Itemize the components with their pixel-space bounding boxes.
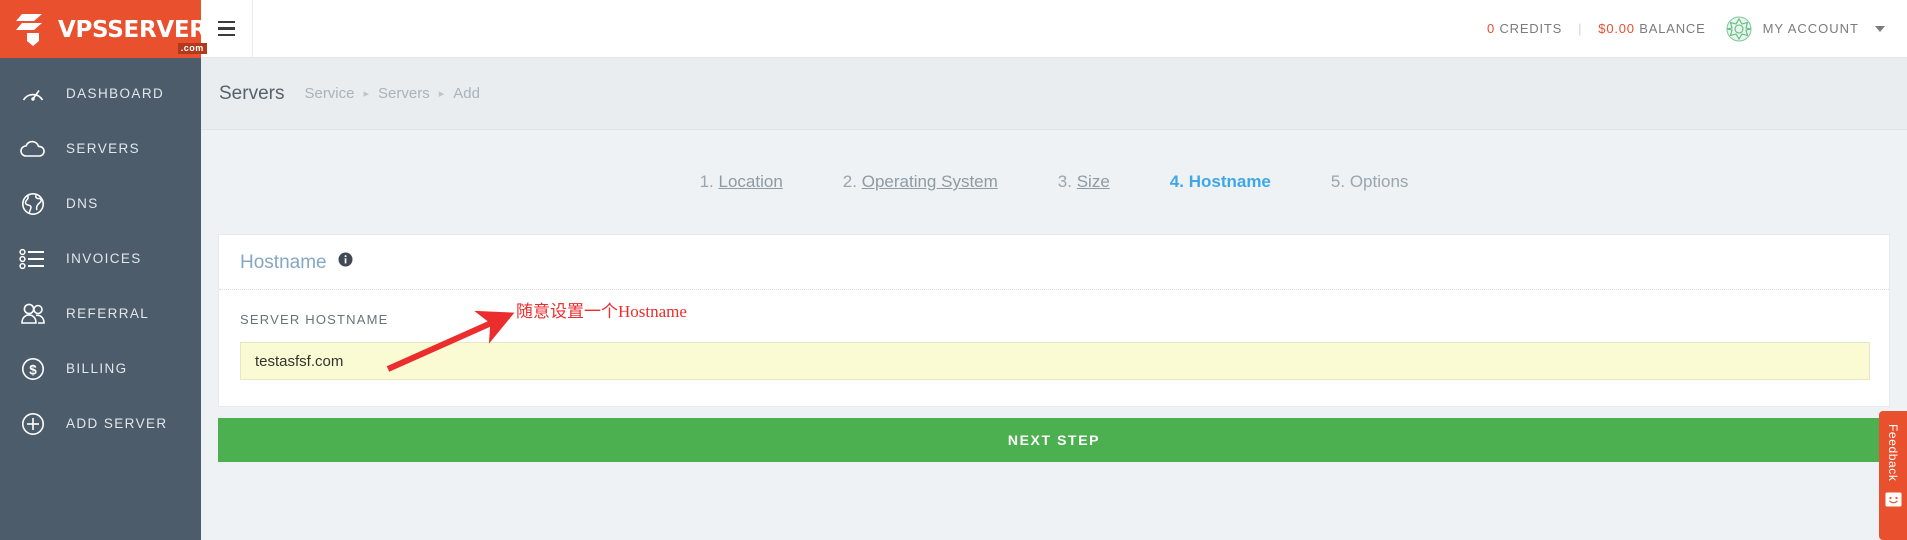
hostname-panel: Hostname SERVER HOSTNAME: [218, 234, 1890, 407]
credits-label: CREDITS: [1499, 21, 1563, 36]
sidebar-item-billing[interactable]: $ BILLING: [0, 341, 201, 396]
sidebar-item-dns[interactable]: DNS: [0, 176, 201, 231]
balance-indicator[interactable]: $0.00 BALANCE: [1598, 21, 1705, 36]
hamburger-bar: [218, 33, 235, 37]
topbar-divider: |: [1578, 21, 1583, 36]
chevron-down-icon[interactable]: [1875, 25, 1885, 32]
server-hostname-label: SERVER HOSTNAME: [240, 312, 389, 327]
breadcrumb-bar: Servers Service ▸ Servers ▸ Add: [201, 58, 1907, 130]
sidebar-item-label: SERVERS: [66, 141, 141, 156]
panel-body: SERVER HOSTNAME: [219, 290, 1889, 406]
step-hostname[interactable]: 4. Hostname: [1170, 172, 1271, 192]
sidebar-item-add-server[interactable]: ADD SERVER: [0, 396, 201, 451]
hamburger-menu-icon[interactable]: [201, 0, 253, 57]
sidebar-nav: DASHBOARD SERVERS DNS INVOICES REFERRAL …: [0, 58, 201, 451]
hamburger-bar: [218, 27, 235, 30]
step-label[interactable]: Location: [719, 172, 783, 191]
brand-suffix: .com: [177, 42, 207, 54]
step-number: 5.: [1330, 172, 1346, 191]
users-icon: [18, 299, 48, 329]
app-root: VPSSERVER .com DASHBOARD SERVERS DNS INV…: [0, 0, 1907, 540]
step-number: 4.: [1169, 172, 1184, 191]
sidebar-item-servers[interactable]: SERVERS: [0, 121, 201, 176]
globe-icon: [18, 189, 48, 219]
info-icon[interactable]: [338, 252, 353, 272]
gauge-icon: [18, 79, 48, 109]
breadcrumb: Service ▸ Servers ▸ Add: [304, 85, 479, 102]
step-label: Options: [1349, 172, 1409, 191]
top-bar-right: 0 CREDITS | $0.00 BALANCE MY ACCOUNT: [1487, 16, 1907, 42]
step-number: 1.: [699, 172, 714, 191]
breadcrumb-arrow-icon: ▸: [438, 88, 445, 100]
page-title: Servers: [219, 82, 285, 104]
step-operating-system[interactable]: 2. Operating System: [843, 172, 998, 192]
breadcrumb-item-service[interactable]: Service: [304, 85, 354, 102]
my-account-button[interactable]: MY ACCOUNT: [1763, 21, 1859, 36]
breadcrumb-item-add: Add: [453, 85, 480, 102]
server-hostname-input[interactable]: [240, 342, 1870, 380]
plus-circle-icon: [18, 409, 48, 439]
brand-text-wrap: VPSSERVER .com: [58, 16, 207, 54]
sidebar-item-invoices[interactable]: INVOICES: [0, 231, 201, 286]
step-label[interactable]: Operating System: [862, 172, 998, 191]
step-label: Hostname: [1188, 172, 1271, 191]
balance-amount: $0.00: [1598, 21, 1635, 36]
hamburger-bar: [218, 20, 235, 24]
brand-logo[interactable]: VPSSERVER .com: [0, 0, 207, 58]
step-options[interactable]: 5. Options: [1331, 172, 1409, 192]
balance-label: BALANCE: [1639, 21, 1706, 36]
step-location[interactable]: 1. Location: [700, 172, 783, 192]
panel-header: Hostname: [219, 235, 1889, 290]
step-number: 2.: [842, 172, 857, 191]
dollar-circle-icon: $: [18, 354, 48, 384]
breadcrumb-item-servers[interactable]: Servers: [378, 85, 430, 102]
sidebar-item-label: DNS: [66, 196, 99, 211]
top-bar: 0 CREDITS | $0.00 BALANCE MY ACCOUNT: [201, 0, 1907, 58]
smiley-face-icon: [1885, 492, 1902, 512]
feedback-label: Feedback: [1886, 424, 1900, 482]
wizard-steps: 1. Location 2. Operating System 3. Size …: [201, 130, 1907, 234]
next-step-button[interactable]: NEXT STEP: [218, 418, 1890, 462]
sidebar-item-label: REFERRAL: [66, 306, 150, 321]
step-label[interactable]: Size: [1077, 172, 1110, 191]
list-icon: [18, 244, 48, 274]
sidebar-item-label: INVOICES: [66, 251, 142, 266]
avatar[interactable]: [1726, 16, 1752, 42]
step-size[interactable]: 3. Size: [1058, 172, 1110, 192]
sidebar-item-label: DASHBOARD: [66, 86, 165, 101]
sidebar-item-label: ADD SERVER: [66, 416, 168, 431]
panel-title: Hostname: [240, 252, 327, 273]
sidebar-item-referral[interactable]: REFERRAL: [0, 286, 201, 341]
credits-amount: 0: [1486, 21, 1496, 36]
brand-name: VPSSERVER: [58, 16, 207, 43]
sidebar: VPSSERVER .com DASHBOARD SERVERS DNS INV…: [0, 0, 207, 540]
sidebar-item-dashboard[interactable]: DASHBOARD: [0, 66, 201, 121]
credits-indicator[interactable]: 0 CREDITS: [1487, 21, 1562, 36]
feedback-tab[interactable]: Feedback: [1879, 411, 1907, 540]
vpsserver-logo-icon: [16, 10, 50, 48]
cloud-icon: [18, 134, 48, 164]
breadcrumb-arrow-icon: ▸: [363, 88, 370, 100]
sidebar-item-label: BILLING: [66, 361, 128, 376]
svg-text:$: $: [29, 362, 37, 377]
step-number: 3.: [1057, 172, 1072, 191]
